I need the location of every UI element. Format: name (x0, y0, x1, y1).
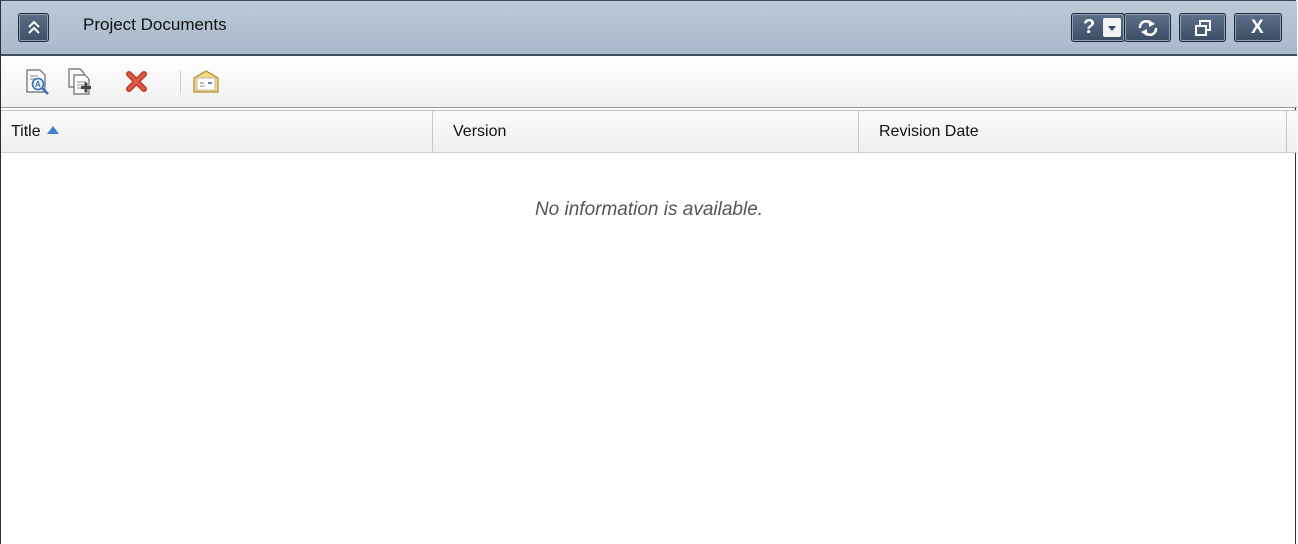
project-documents-portlet: Project Documents ? X A Title Version Re… (0, 0, 1297, 544)
close-icon: X (1251, 17, 1264, 38)
mail-icon (193, 70, 219, 93)
column-header-title[interactable]: Title (1, 111, 433, 153)
help-label: ? (1083, 16, 1096, 38)
help-button[interactable]: ? (1071, 13, 1125, 42)
column-header-version[interactable]: Version (433, 111, 859, 153)
delete-icon (126, 71, 147, 92)
view-document-icon: A (26, 69, 49, 95)
column-title-label: Title (11, 123, 41, 140)
refresh-icon (1138, 20, 1158, 36)
add-document-button[interactable] (65, 67, 95, 97)
view-document-button[interactable]: A (23, 67, 53, 97)
restore-button[interactable] (1179, 13, 1226, 42)
column-header-revision-date[interactable]: Revision Date (859, 111, 1287, 153)
empty-message: No information is available. (534, 199, 764, 220)
column-version-label: Version (453, 123, 507, 140)
table-header: Title Version Revision Date (1, 110, 1297, 153)
restore-window-icon (1195, 20, 1211, 36)
column-revision-date-label: Revision Date (879, 123, 979, 140)
menu-dropdown-button[interactable] (1103, 18, 1121, 37)
collapse-button[interactable] (18, 13, 49, 42)
title-bar: Project Documents ? X (1, 1, 1297, 56)
svg-text:A: A (35, 80, 41, 89)
toolbar: A (1, 56, 1297, 108)
toolbar-separator (180, 71, 181, 93)
close-button[interactable]: X (1234, 13, 1282, 42)
add-document-icon (68, 68, 91, 95)
double-chevron-up-icon (28, 20, 40, 34)
mail-button[interactable] (191, 67, 221, 97)
window-title: Project Documents (83, 15, 227, 34)
delete-button[interactable] (122, 67, 152, 97)
sort-ascending-icon (46, 125, 59, 134)
refresh-button[interactable] (1124, 13, 1171, 42)
chevron-down-icon (1108, 26, 1116, 31)
